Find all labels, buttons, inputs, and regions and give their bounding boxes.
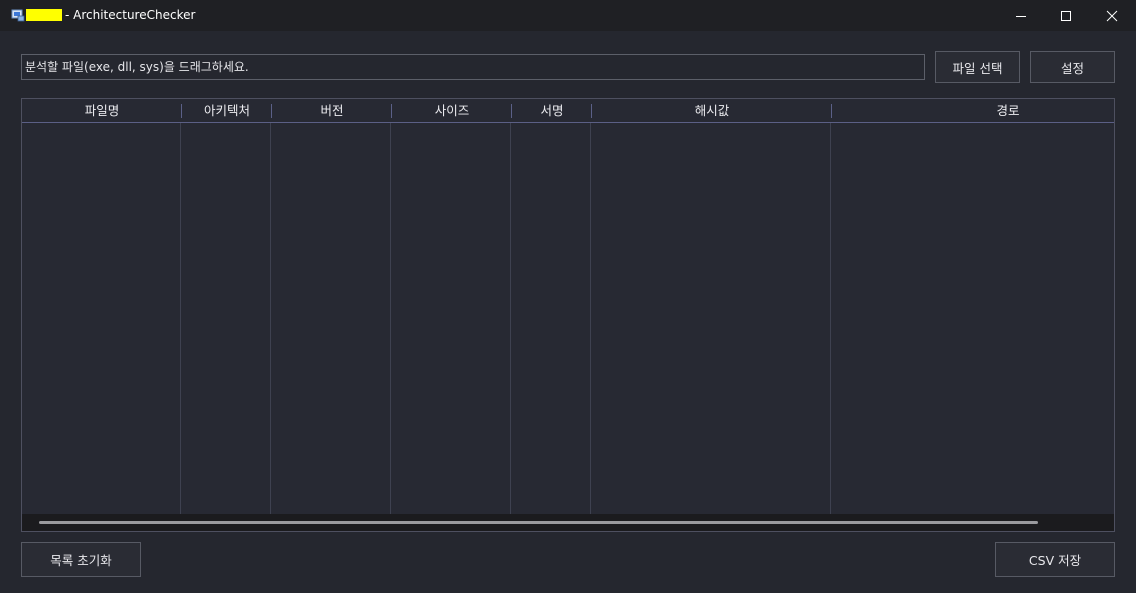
table-header: 파일명 아키텍처 버전 사이즈 서명 해시값 경로 [22,99,1114,123]
column-header-path[interactable]: 경로 [832,99,1136,122]
minimize-button[interactable] [998,0,1044,31]
column-header-hash[interactable]: 해시값 [592,99,832,122]
column-divider [590,123,591,514]
column-divider [180,123,181,514]
title-bar: - ArchitectureChecker [0,0,1136,31]
redacted-title-block [26,9,62,21]
settings-button[interactable]: 설정 [1030,51,1115,83]
save-csv-button[interactable]: CSV 저장 [995,542,1115,577]
clear-list-button[interactable]: 목록 초기화 [21,542,141,577]
column-divider [390,123,391,514]
column-divider [830,123,831,514]
column-header-size[interactable]: 사이즈 [392,99,512,122]
close-button[interactable] [1089,0,1135,31]
minimize-icon [1016,15,1026,17]
column-header-signature[interactable]: 서명 [512,99,592,122]
window-title: - ArchitectureChecker [65,8,196,22]
close-icon [1106,10,1118,21]
app-icon [11,9,25,22]
column-header-version[interactable]: 버전 [272,99,392,122]
column-header-architecture[interactable]: 아키텍처 [182,99,272,122]
file-drop-field[interactable]: 분석할 파일(exe, dll, sys)을 드래그하세요. [21,54,925,80]
column-divider [510,123,511,514]
scrollbar-thumb[interactable] [39,521,1038,524]
column-header-filename[interactable]: 파일명 [22,99,182,122]
results-table[interactable]: 파일명 아키텍처 버전 사이즈 서명 해시값 경로 [21,98,1115,532]
column-divider [270,123,271,514]
horizontal-scrollbar[interactable] [22,514,1114,531]
maximize-icon [1061,10,1071,21]
select-file-button[interactable]: 파일 선택 [935,51,1020,83]
maximize-button[interactable] [1043,0,1089,31]
